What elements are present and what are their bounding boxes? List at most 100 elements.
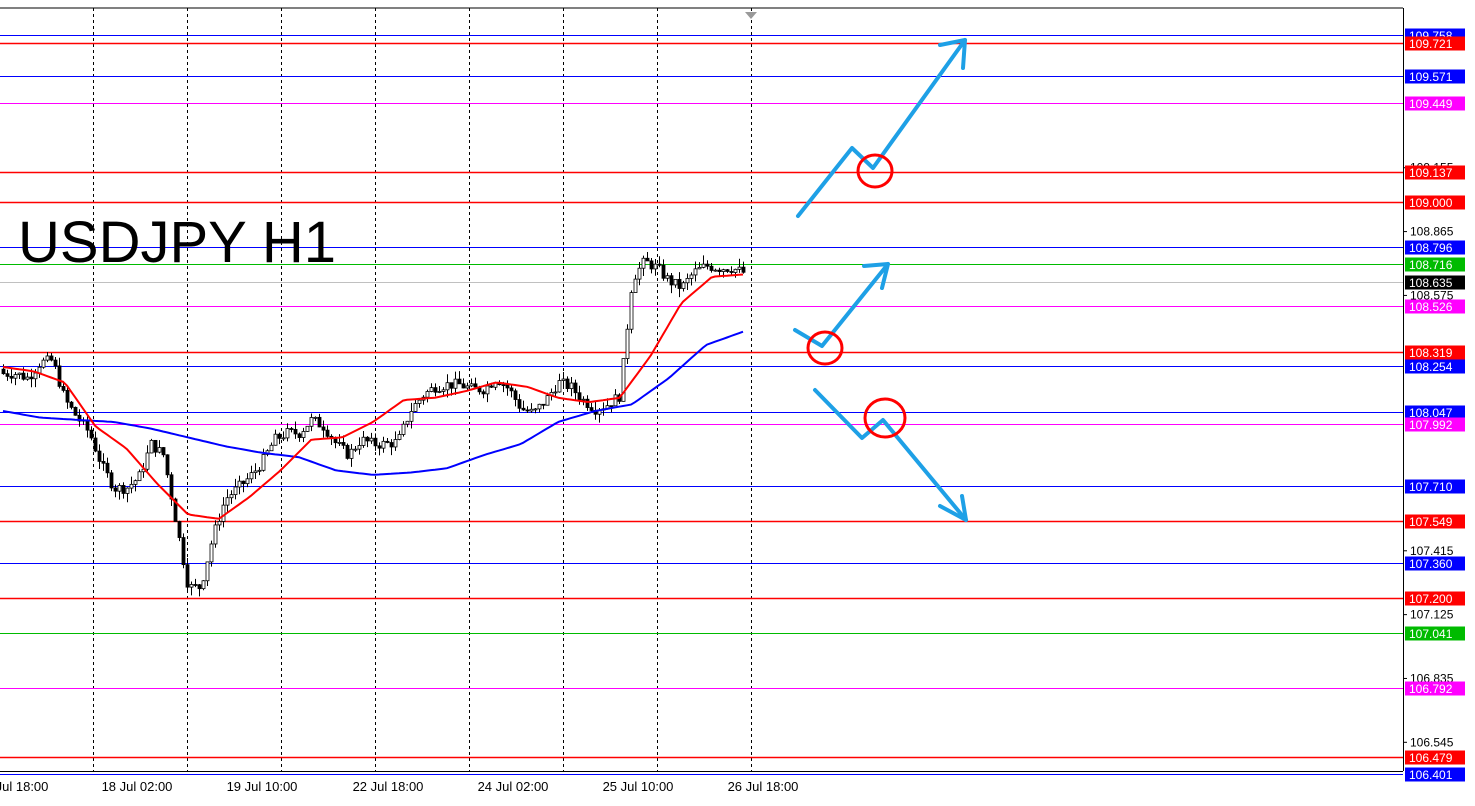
candle-body: [369, 437, 374, 442]
x-tick-label: 19 Jul 10:00: [227, 779, 298, 794]
candle-body: [257, 469, 262, 472]
candle-body: [677, 278, 682, 289]
candle-body: [733, 268, 738, 273]
candle-body: [357, 445, 362, 450]
candle-body: [573, 382, 578, 394]
candle-body: [725, 269, 730, 272]
candle-body: [541, 403, 546, 406]
candle-body: [269, 444, 274, 452]
candle-body: [249, 472, 254, 480]
candle-body: [653, 263, 658, 270]
y-tick-label: 107.125: [1410, 608, 1454, 622]
candle-body: [21, 372, 26, 380]
level-price-label: 108.796: [1409, 241, 1453, 255]
candle-body: [25, 376, 30, 380]
candle-body: [389, 442, 394, 448]
candle-body: [125, 487, 130, 494]
candle-body: [429, 387, 434, 392]
candle-body: [529, 408, 534, 412]
candle-body: [377, 445, 382, 449]
candle-body: [417, 399, 422, 404]
candle-body: [49, 355, 54, 361]
candle-body: [165, 454, 170, 476]
candle-body: [425, 391, 430, 398]
candle-body: [449, 382, 454, 389]
candle-body: [649, 260, 654, 270]
level-price-label: 107.992: [1409, 418, 1453, 432]
candle-body: [453, 378, 458, 389]
candle-body: [537, 403, 542, 410]
level-price-label: 108.319: [1409, 346, 1453, 360]
candle-body: [669, 275, 674, 286]
chart-area[interactable]: Jul 18:00 18 Jul 02:00 19 Jul 10:00 22 Jul …: [0, 0, 1475, 801]
candle-body: [33, 372, 38, 380]
level-price-label: 106.792: [1409, 682, 1453, 696]
candle-body: [737, 266, 742, 270]
candle-body: [433, 387, 438, 393]
candle-body: [281, 437, 286, 440]
candle-body: [457, 378, 462, 385]
level-price-label: 109.571: [1409, 70, 1453, 84]
candle-body: [697, 266, 702, 270]
candle-body: [625, 328, 630, 359]
candle-body: [241, 480, 246, 485]
candle-body: [693, 268, 698, 276]
candle-body: [229, 494, 234, 499]
candle-body: [65, 390, 70, 403]
level-price-label: 107.549: [1409, 515, 1453, 529]
candle-body: [105, 462, 110, 474]
level-price-label: 107.041: [1409, 627, 1453, 641]
candle-body: [553, 391, 558, 394]
candle-body: [729, 271, 734, 273]
candle-body: [557, 380, 562, 393]
candle-body: [525, 409, 530, 412]
candle-body: [349, 448, 354, 459]
candle-body: [489, 385, 494, 388]
candle-body: [333, 438, 338, 444]
candle-body: [157, 447, 162, 453]
candle-body: [189, 584, 194, 588]
candle-body: [569, 382, 574, 389]
chart-svg: Jul 18:00 18 Jul 02:00 19 Jul 10:00 22 Jul …: [0, 7, 1465, 794]
candle-body: [317, 416, 322, 428]
candle-body: [689, 274, 694, 279]
candle-body: [161, 447, 166, 456]
candle-body: [705, 263, 710, 267]
candle-body: [285, 428, 290, 439]
candle-body: [149, 439, 154, 454]
candle-body: [565, 378, 570, 389]
candle-body: [293, 428, 298, 435]
candle-body: [633, 278, 638, 293]
candle-body: [501, 384, 506, 387]
candle-body: [517, 399, 522, 409]
candle-body: [713, 269, 718, 272]
candle-body: [657, 263, 662, 266]
candle-body: [153, 439, 158, 453]
candle-body: [321, 426, 326, 431]
candle-body: [337, 442, 342, 444]
candle-body: [561, 378, 566, 381]
candle-body: [409, 411, 414, 422]
candle-body: [133, 480, 138, 485]
candle-body: [29, 376, 34, 380]
candle-body: [273, 433, 278, 446]
chart-title: USDJPY H1: [18, 210, 336, 275]
candle-body: [681, 282, 686, 289]
candle-body: [509, 387, 514, 392]
candle-body: [461, 383, 466, 389]
level-price-label: 109.449: [1409, 97, 1453, 111]
candle-body: [741, 266, 746, 273]
candle-body: [481, 391, 486, 395]
x-tick-label: 18 Jul 02:00: [102, 779, 173, 794]
candle-body: [709, 265, 714, 271]
candle-body: [57, 365, 62, 387]
candle-body: [473, 383, 478, 388]
candle-body: [9, 375, 14, 379]
candle-body: [485, 385, 490, 395]
candle-body: [365, 436, 370, 442]
candle-body: [97, 450, 102, 462]
current-price-label: 108.635: [1409, 276, 1453, 290]
candle-body: [341, 442, 346, 446]
candle-body: [85, 419, 90, 431]
candle-body: [113, 487, 118, 492]
